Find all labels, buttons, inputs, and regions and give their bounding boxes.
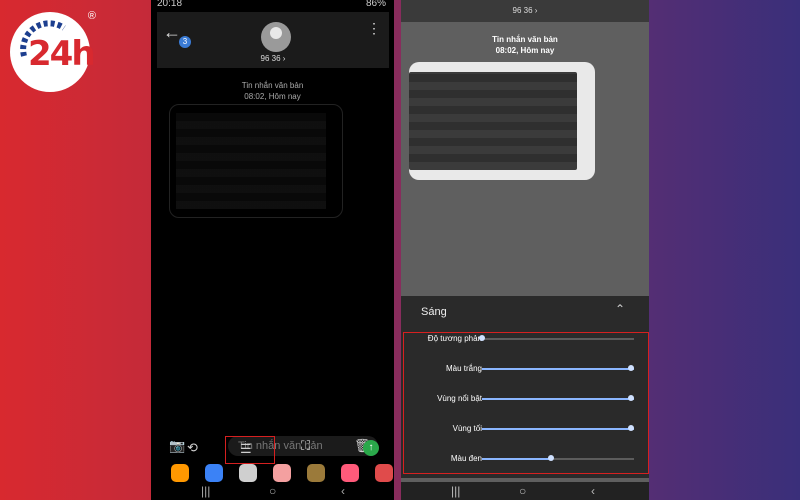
conversation-header: ← 3 96 36 › ⋮ (157, 12, 389, 68)
back-button[interactable]: ‹ (591, 484, 595, 498)
app-icon[interactable] (375, 464, 393, 482)
app-icon[interactable] (171, 464, 189, 482)
thread-type: Tin nhắn văn bản (492, 35, 558, 44)
slider-row: Vùng nổi bật (404, 389, 648, 409)
slider-fill (482, 458, 551, 460)
message-image[interactable] (169, 104, 343, 218)
slider-group: Độ tương phản Màu trắng Vùng nổi bật Vùn… (403, 332, 649, 474)
slider-label: Màu đen (450, 454, 482, 463)
black-slider[interactable] (482, 455, 634, 461)
send-icon[interactable]: ↑ (363, 440, 379, 456)
slider-thumb[interactable] (628, 365, 634, 371)
registered-mark: ® (87, 10, 96, 22)
thread-time: 08:02, Hôm nay (495, 46, 555, 55)
slider-thumb[interactable] (548, 455, 554, 461)
slider-label: Độ tương phản (427, 334, 482, 343)
thread-time: 08:02, Hôm nay (244, 92, 301, 101)
crop-icon[interactable]: ⛶ (301, 438, 310, 454)
slider-fill (482, 398, 634, 400)
avatar[interactable] (261, 22, 291, 52)
panel-title: Sáng (421, 306, 447, 318)
right-phone-screenshot: 96 36 › Tin nhắn văn bản 08:02, Hôm nay … (401, 0, 649, 500)
highlighted-adjust-button[interactable]: ☰ (225, 436, 275, 464)
edited-image-preview (409, 62, 595, 180)
app-icon[interactable] (341, 464, 359, 482)
shadows-slider[interactable] (482, 425, 634, 431)
android-navbar: ||| ○ ‹ (401, 482, 649, 500)
app-icon[interactable] (205, 464, 223, 482)
slider-thumb[interactable] (628, 395, 634, 401)
app-icon[interactable] (239, 464, 257, 482)
contact-top[interactable]: 96 36 › (401, 0, 649, 22)
logo-text: 24h (28, 34, 96, 74)
more-vert-icon[interactable]: ⋮ (367, 20, 381, 37)
brightness-panel: Sáng ⌃ Độ tương phản Màu trắng Vùng nổi … (401, 296, 649, 478)
left-phone-screenshot: 20:18 86% ← 3 96 36 › ⋮ Tin nhắn văn bản… (151, 0, 394, 500)
contrast-slider[interactable] (479, 335, 634, 341)
unread-badge: 3 (179, 36, 191, 48)
status-bar: 20:18 86% (151, 0, 394, 12)
slider-label: Vùng tối (452, 424, 482, 433)
slider-label: Vùng nổi bật (437, 394, 482, 403)
highlights-slider[interactable] (482, 395, 634, 401)
status-time: 20:18 (157, 0, 183, 9)
slider-row: Độ tương phản (404, 329, 648, 349)
status-battery: 86% (365, 0, 386, 9)
white-slider[interactable] (482, 365, 634, 371)
recent-apps-button[interactable]: ||| (451, 484, 460, 498)
back-button[interactable]: ‹ (341, 484, 345, 498)
contact-name[interactable]: 96 36 › (157, 54, 389, 63)
thread-meta: Tin nhắn văn bản 08:02, Hôm nay (151, 80, 394, 102)
app-icon[interactable] (273, 464, 291, 482)
recent-apps-button[interactable]: ||| (201, 484, 210, 498)
redacted-image-content (176, 113, 326, 209)
redacted-image-content (409, 72, 577, 170)
slider-thumb[interactable] (479, 335, 485, 341)
camera-icon[interactable]: 📷 (169, 438, 185, 454)
slider-row: Màu đen (404, 449, 648, 469)
slider-fill (482, 428, 634, 430)
brand-logo: 24h ® (10, 10, 96, 92)
home-button[interactable]: ○ (519, 484, 526, 498)
slider-fill (482, 368, 634, 370)
slider-row: Vùng tối (404, 419, 648, 439)
android-navbar: ||| ○ ‹ (151, 482, 394, 500)
app-shortcut-bar (163, 464, 393, 482)
sliders-icon[interactable]: ☰ (240, 441, 252, 457)
thread-meta: Tin nhắn văn bản 08:02, Hôm nay (401, 34, 649, 56)
home-button[interactable]: ○ (269, 484, 276, 498)
share-icon[interactable]: ⟲ (187, 440, 198, 456)
thread-type: Tin nhắn văn bản (241, 81, 304, 90)
app-icon[interactable] (307, 464, 325, 482)
slider-row: Màu trắng (404, 359, 648, 379)
slider-thumb[interactable] (628, 425, 634, 431)
chevron-up-icon[interactable]: ⌃ (615, 302, 625, 316)
slider-label: Màu trắng (445, 364, 482, 373)
